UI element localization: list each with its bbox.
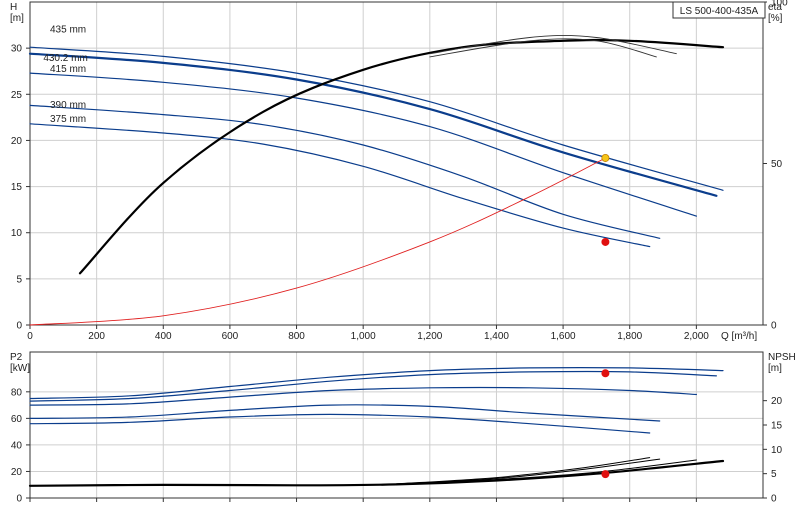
- y2-tick-label: 10: [771, 445, 783, 456]
- curve-label: 375 mm: [50, 114, 86, 125]
- y-tick-label: 20: [11, 136, 23, 147]
- y-tick-label: 5: [16, 274, 22, 285]
- y2-axis-label: [m]: [768, 363, 782, 374]
- x-tick-label: 200: [88, 331, 105, 342]
- duty-point-marker: [601, 153, 610, 162]
- y2-tick-label: 15: [771, 421, 783, 432]
- series-line-390-mm: [29, 104, 661, 239]
- y-tick-label: 60: [11, 414, 23, 425]
- duty-point-marker: [601, 237, 610, 246]
- y-axis-label: P2: [10, 352, 23, 363]
- title-box: LS 500-400-435A: [672, 1, 766, 19]
- curve-label: 390 mm: [50, 100, 86, 111]
- y-tick-label: 30: [11, 44, 23, 55]
- x-tick-label: 1,200: [417, 331, 442, 342]
- y2-tick-label: 50: [771, 159, 783, 170]
- x-tick-label: 1,800: [617, 331, 642, 342]
- y-tick-label: 20: [11, 467, 23, 478]
- y2-tick-label: 5: [771, 469, 777, 480]
- y-axis-label: H: [10, 2, 17, 13]
- pump-curve-figure: 0 5 10 15 20 25 30 0 50 100 0 200 400 600 800 1,000 1,20…: [0, 0, 800, 520]
- x-tick-label: 1,400: [484, 331, 509, 342]
- power-npsh-panel: 0 20 40 60 80 0 5 10 15 20 P2[kW] NPSH[m]: [10, 351, 796, 505]
- x-tick-label: 800: [288, 331, 305, 342]
- curve-label: 415 mm: [50, 64, 86, 75]
- duty-point-marker: [601, 470, 610, 479]
- y-tick-label: 0: [16, 494, 22, 505]
- x-tick-label: 2,000: [684, 331, 709, 342]
- plot-frame: [29, 351, 764, 499]
- y2-tick-label: 0: [771, 494, 777, 505]
- curve-label: 435 mm: [50, 24, 86, 35]
- y2-tick-label: 0: [771, 321, 777, 332]
- series-line: [429, 35, 677, 55]
- title-box-label: LS 500-400-435A: [680, 6, 759, 17]
- series-line-375-mm: [29, 123, 651, 248]
- plot-frame: [29, 1, 764, 326]
- x-axis-label: Q [m³/h]: [721, 331, 757, 342]
- y-tick-label: 10: [11, 228, 23, 239]
- pump-curve-chart: 0510152025300501000 200 400 600 800 1,000 1,20…: [10, 0, 796, 505]
- y2-tick-label: 20: [771, 396, 783, 407]
- series-line-430-2-mm: [28, 52, 718, 197]
- head-efficiency-panel: 0510152025300501000 200 400 600 800 1,000 1,20…: [10, 0, 788, 342]
- series-line: [29, 370, 717, 402]
- y-tick-label: 40: [11, 440, 23, 451]
- y-axis-label: [m]: [10, 13, 24, 24]
- y-tick-label: 15: [11, 182, 23, 193]
- y-tick-label: 25: [11, 90, 23, 101]
- x-tick-label: 400: [155, 331, 172, 342]
- y2-axis-label: [%]: [768, 13, 783, 24]
- y2-axis-label: NPSH: [768, 352, 796, 363]
- curve-label: 430.2 mm: [43, 53, 87, 64]
- duty-point-marker: [601, 369, 610, 378]
- x-tick-label: 1,600: [551, 331, 576, 342]
- x-tick-label: 0: [27, 331, 33, 342]
- y-axis-label: [kW]: [10, 363, 30, 374]
- series-line: [29, 157, 606, 326]
- y-tick-label: 80: [11, 387, 23, 398]
- y-tick-label: 0: [16, 321, 22, 332]
- y2-axis-label: eta: [768, 2, 782, 13]
- x-tick-label: 600: [222, 331, 239, 342]
- x-tick-label: 1,000: [351, 331, 376, 342]
